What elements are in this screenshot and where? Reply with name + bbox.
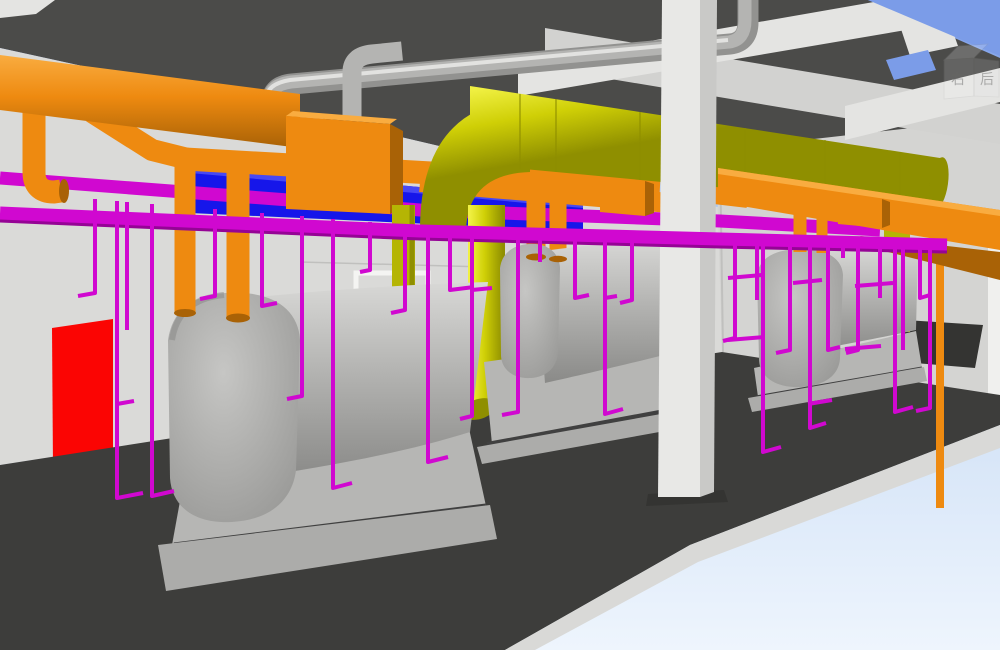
box-side-face [645,181,654,216]
column-front-face[interactable] [658,0,700,497]
plant-room-3d-scene[interactable]: 右 后 [0,0,1000,650]
box-front-face[interactable] [838,194,882,228]
fire-door[interactable] [52,319,113,468]
orange-equipment-box-3[interactable] [838,194,890,228]
box-side-face [882,199,890,228]
box-front-face[interactable] [600,176,645,216]
viewcube-right-label[interactable]: 右 [951,72,965,88]
tank-1-front[interactable] [158,282,497,591]
tank-front-face[interactable] [500,244,560,378]
tank-front-face[interactable] [757,249,843,387]
box-side-face [390,124,403,214]
tank-front-face[interactable] [168,293,300,523]
orange-equipment-box-2[interactable] [600,176,654,216]
viewcube-back-label[interactable]: 后 [980,72,994,88]
orange-equipment-box-1[interactable] [286,111,403,214]
box-front-face[interactable] [286,116,390,214]
model-viewport[interactable]: 右 后 [0,0,1000,650]
orange-drop-elbow-2[interactable] [552,178,558,258]
